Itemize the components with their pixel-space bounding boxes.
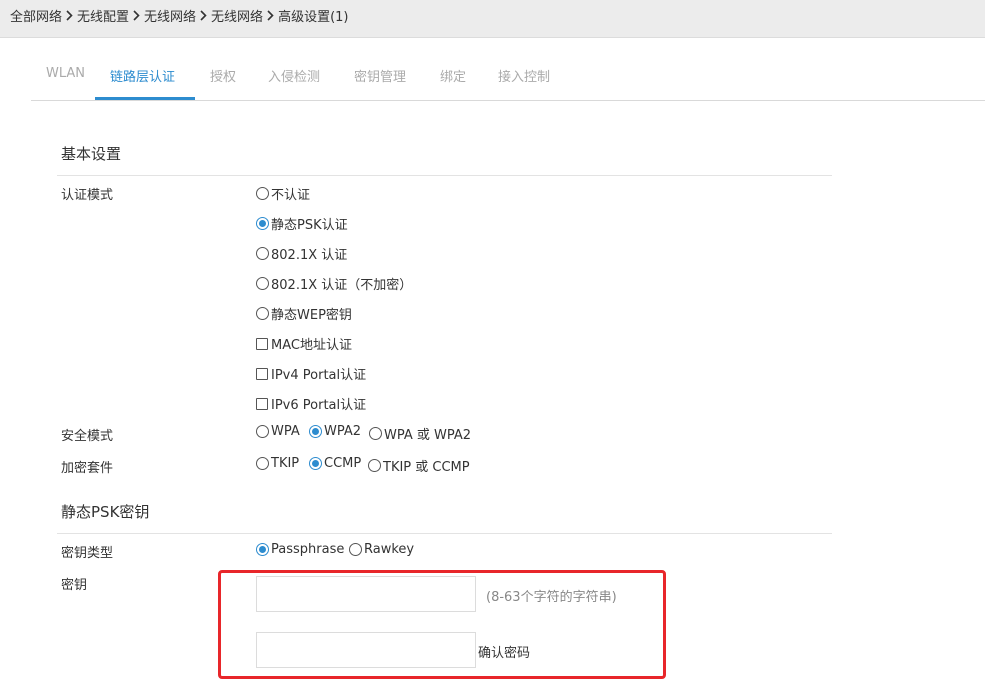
option-label: 静态PSK认证 — [271, 218, 348, 233]
section-divider — [57, 175, 832, 176]
tab-key-management[interactable]: 密钥管理 — [354, 66, 406, 85]
radio-icon — [368, 459, 381, 472]
option-label: 802.1X 认证（不加密） — [271, 278, 413, 293]
active-tab-indicator — [95, 97, 195, 100]
chevron-right-icon — [66, 10, 73, 21]
key-type-rawkey[interactable]: Rawkey — [349, 542, 414, 557]
breadcrumb-all-networks[interactable]: 全部网络 — [10, 6, 62, 25]
auth-option-static-wep[interactable]: 静态WEP密钥 — [256, 304, 352, 323]
option-label: 不认证 — [271, 188, 311, 203]
static-psk-title: 静态PSK密钥 — [61, 503, 150, 521]
breadcrumb-advanced-settings: 高级设置(1) — [278, 10, 349, 25]
checkbox-icon — [256, 397, 268, 410]
auth-checkbox-ipv4-portal[interactable]: IPv4 Portal认证 — [256, 364, 366, 383]
radio-checked-icon — [256, 543, 269, 556]
option-label: MAC地址认证 — [271, 338, 352, 353]
auth-option-none[interactable]: 不认证 — [256, 184, 310, 203]
key-input[interactable] — [256, 576, 476, 612]
tab-binding[interactable]: 绑定 — [440, 66, 466, 85]
radio-icon — [369, 427, 382, 440]
security-option-wpa2[interactable]: WPA2 — [309, 424, 361, 439]
radio-checked-icon — [309, 457, 322, 470]
radio-icon — [256, 307, 269, 320]
radio-icon — [256, 457, 269, 470]
auth-option-8021x[interactable]: 802.1X 认证 — [256, 244, 347, 263]
option-label: Passphrase — [271, 542, 345, 557]
option-label: WPA — [271, 424, 300, 439]
option-label: IPv4 Portal认证 — [271, 368, 367, 383]
radio-checked-icon — [256, 217, 269, 230]
radio-icon — [256, 187, 269, 200]
cipher-suite-label: 加密套件 — [61, 461, 114, 476]
option-label: TKIP 或 CCMP — [383, 460, 470, 475]
cipher-option-ccmp[interactable]: CCMP — [309, 456, 361, 471]
radio-checked-icon — [309, 425, 322, 438]
radio-icon — [256, 425, 269, 438]
checkbox-icon — [256, 337, 268, 350]
auth-option-static-psk[interactable]: 静态PSK认证 — [256, 214, 348, 233]
cipher-option-tkip-or-ccmp[interactable]: TKIP 或 CCMP — [368, 456, 470, 475]
breadcrumb-wireless-network-2[interactable]: 无线网络 — [211, 6, 263, 25]
auth-option-8021x-no-encryption[interactable]: 802.1X 认证（不加密） — [256, 274, 412, 293]
basic-settings-title: 基本设置 — [61, 145, 122, 163]
radio-icon — [256, 247, 269, 260]
key-length-hint: (8-63个字符的字符串) — [486, 590, 617, 605]
key-type-passphrase[interactable]: Passphrase — [256, 542, 344, 557]
option-label: 802.1X 认证 — [271, 248, 348, 263]
top-bar: 全部网络 无线配置 无线网络 无线网络 高级设置(1) — [0, 0, 985, 38]
security-option-wpa[interactable]: WPA — [256, 424, 300, 439]
chevron-right-icon — [133, 10, 140, 21]
section-divider — [57, 533, 832, 534]
security-option-wpa-or-wpa2[interactable]: WPA 或 WPA2 — [369, 424, 471, 443]
breadcrumb: 全部网络 无线配置 无线网络 无线网络 高级设置(1) — [10, 6, 348, 25]
breadcrumb-wireless-config[interactable]: 无线配置 — [77, 6, 129, 25]
checkbox-icon — [256, 367, 268, 380]
security-mode-label: 安全模式 — [61, 429, 114, 444]
radio-icon — [349, 543, 362, 556]
tab-authorization[interactable]: 授权 — [210, 66, 236, 85]
key-label: 密钥 — [61, 578, 88, 593]
option-label: 静态WEP密钥 — [271, 308, 352, 323]
option-label: WPA2 — [324, 424, 362, 439]
radio-icon — [256, 277, 269, 290]
chevron-right-icon — [200, 10, 207, 21]
key-type-label: 密钥类型 — [61, 546, 114, 561]
auth-checkbox-ipv6-portal[interactable]: IPv6 Portal认证 — [256, 394, 366, 413]
tab-link-layer-auth[interactable]: 链路层认证 — [110, 66, 175, 85]
tab-access-control[interactable]: 接入控制 — [498, 66, 550, 85]
tab-intrusion-detection[interactable]: 入侵检测 — [268, 66, 320, 85]
tab-wlan[interactable]: WLAN — [46, 66, 85, 81]
auth-mode-label: 认证模式 — [61, 188, 114, 203]
option-label: Rawkey — [364, 542, 415, 557]
option-label: TKIP — [271, 456, 300, 471]
confirm-password-label: 确认密码 — [478, 646, 531, 661]
option-label: IPv6 Portal认证 — [271, 398, 367, 413]
breadcrumb-wireless-network[interactable]: 无线网络 — [144, 6, 196, 25]
cipher-option-tkip[interactable]: TKIP — [256, 456, 299, 471]
auth-checkbox-mac[interactable]: MAC地址认证 — [256, 334, 352, 353]
option-label: WPA 或 WPA2 — [384, 428, 472, 443]
confirm-key-input[interactable] — [256, 632, 476, 668]
option-label: CCMP — [324, 456, 362, 471]
chevron-right-icon — [267, 10, 274, 21]
tab-bar: WLAN 链路层认证 授权 入侵检测 密钥管理 绑定 接入控制 — [31, 56, 985, 101]
